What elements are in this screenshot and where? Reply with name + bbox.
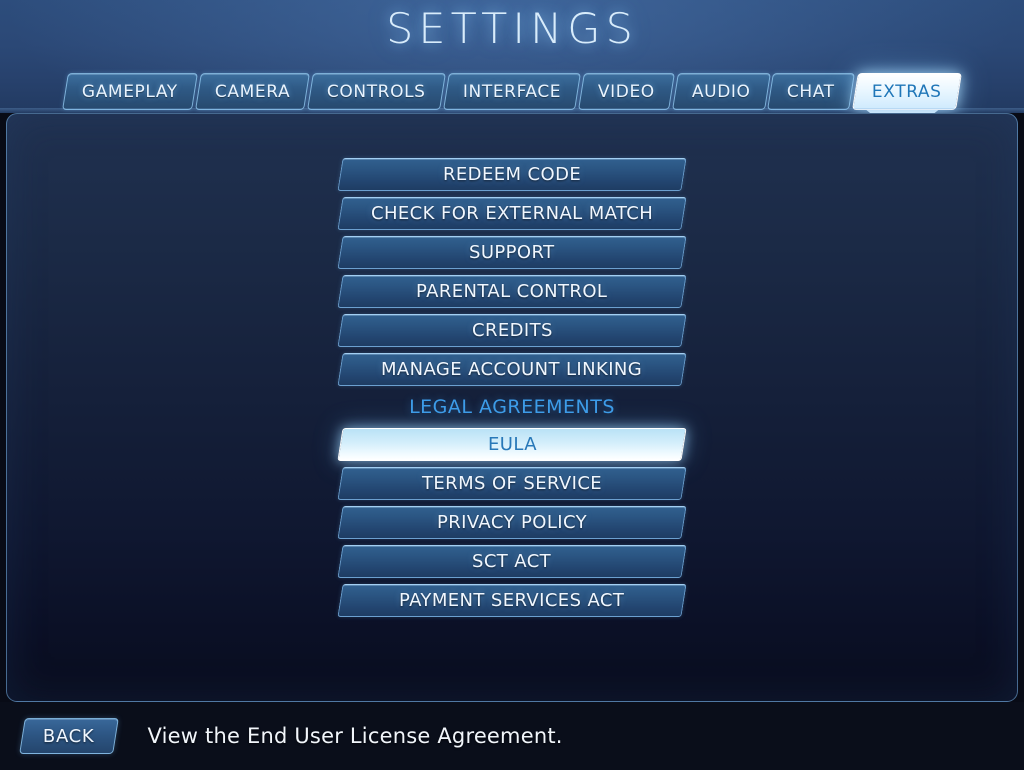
tab-controls[interactable]: CONTROLS <box>307 73 446 110</box>
menu-button-support[interactable]: SUPPORT <box>337 236 687 269</box>
tab-label: CAMERA <box>214 81 291 102</box>
tab-label: AUDIO <box>691 81 751 102</box>
tab-label: INTERFACE <box>462 81 562 102</box>
tab-extras[interactable]: EXTRAS <box>852 73 962 110</box>
menu-button-label: CHECK FOR EXTERNAL MATCH <box>370 203 654 224</box>
tab-chat[interactable]: CHAT <box>767 73 856 110</box>
menu-button-label: PRIVACY POLICY <box>436 512 587 533</box>
menu-button-sct-act[interactable]: SCT ACT <box>337 545 687 578</box>
menu-button-label: PAYMENT SERVICES ACT <box>399 590 625 611</box>
menu-button-payment-services-act[interactable]: PAYMENT SERVICES ACT <box>337 584 687 617</box>
tab-camera[interactable]: CAMERA <box>195 73 311 110</box>
menu-button-label: SUPPORT <box>469 242 555 263</box>
settings-tab-bar[interactable]: GAMEPLAY CAMERA CONTROLS INTERFACE VIDEO AUDI… <box>0 73 1024 113</box>
settings-screen: SETTINGS GAMEPLAY CAMERA CONTROLS INTERFACE… <box>0 0 1024 770</box>
menu-button-manage-account-linking[interactable]: MANAGE ACCOUNT LINKING <box>337 353 687 386</box>
menu-button-label: SCT ACT <box>472 551 552 572</box>
menu-button-privacy-policy[interactable]: PRIVACY POLICY <box>337 506 687 539</box>
tab-interface[interactable]: INTERFACE <box>442 73 581 110</box>
extras-menu-list: REDEEM CODE CHECK FOR EXTERNAL MATCH SUPPO… <box>337 158 687 617</box>
tab-label: EXTRAS <box>872 81 942 102</box>
tab-label: VIDEO <box>598 81 655 102</box>
menu-button-label: TERMS OF SERVICE <box>421 473 603 494</box>
menu-button-redeem-code[interactable]: REDEEM CODE <box>337 158 687 191</box>
menu-button-parental-control[interactable]: PARENTAL CONTROL <box>337 275 687 308</box>
menu-button-label: EULA <box>487 434 537 455</box>
footer-bar: BACK View the End User License Agreement… <box>0 702 1024 770</box>
content-panel: REDEEM CODE CHECK FOR EXTERNAL MATCH SUPPO… <box>6 113 1018 702</box>
menu-button-label: REDEEM CODE <box>442 164 582 185</box>
tab-label: CHAT <box>787 81 836 102</box>
menu-button-label: PARENTAL CONTROL <box>416 281 608 302</box>
tab-gameplay[interactable]: GAMEPLAY <box>62 73 198 110</box>
menu-button-label: CREDITS <box>471 320 553 341</box>
section-header-legal-agreements: LEGAL AGREEMENTS <box>409 396 615 418</box>
back-button-label: BACK <box>43 725 95 747</box>
menu-button-eula[interactable]: EULA <box>337 428 687 461</box>
menu-button-check-for-external-match[interactable]: CHECK FOR EXTERNAL MATCH <box>337 197 687 230</box>
menu-button-credits[interactable]: CREDITS <box>337 314 687 347</box>
tab-label: GAMEPLAY <box>82 81 178 102</box>
tab-video[interactable]: VIDEO <box>578 73 675 110</box>
menu-button-label: MANAGE ACCOUNT LINKING <box>381 359 643 380</box>
header-bar: SETTINGS GAMEPLAY CAMERA CONTROLS INTERFACE… <box>0 0 1024 113</box>
context-hint-text: View the End User License Agreement. <box>147 724 563 748</box>
tab-audio[interactable]: AUDIO <box>671 73 771 110</box>
back-button[interactable]: BACK <box>19 718 119 754</box>
tab-label: CONTROLS <box>327 81 426 102</box>
menu-button-terms-of-service[interactable]: TERMS OF SERVICE <box>337 467 687 500</box>
page-title: SETTINGS <box>386 4 638 53</box>
